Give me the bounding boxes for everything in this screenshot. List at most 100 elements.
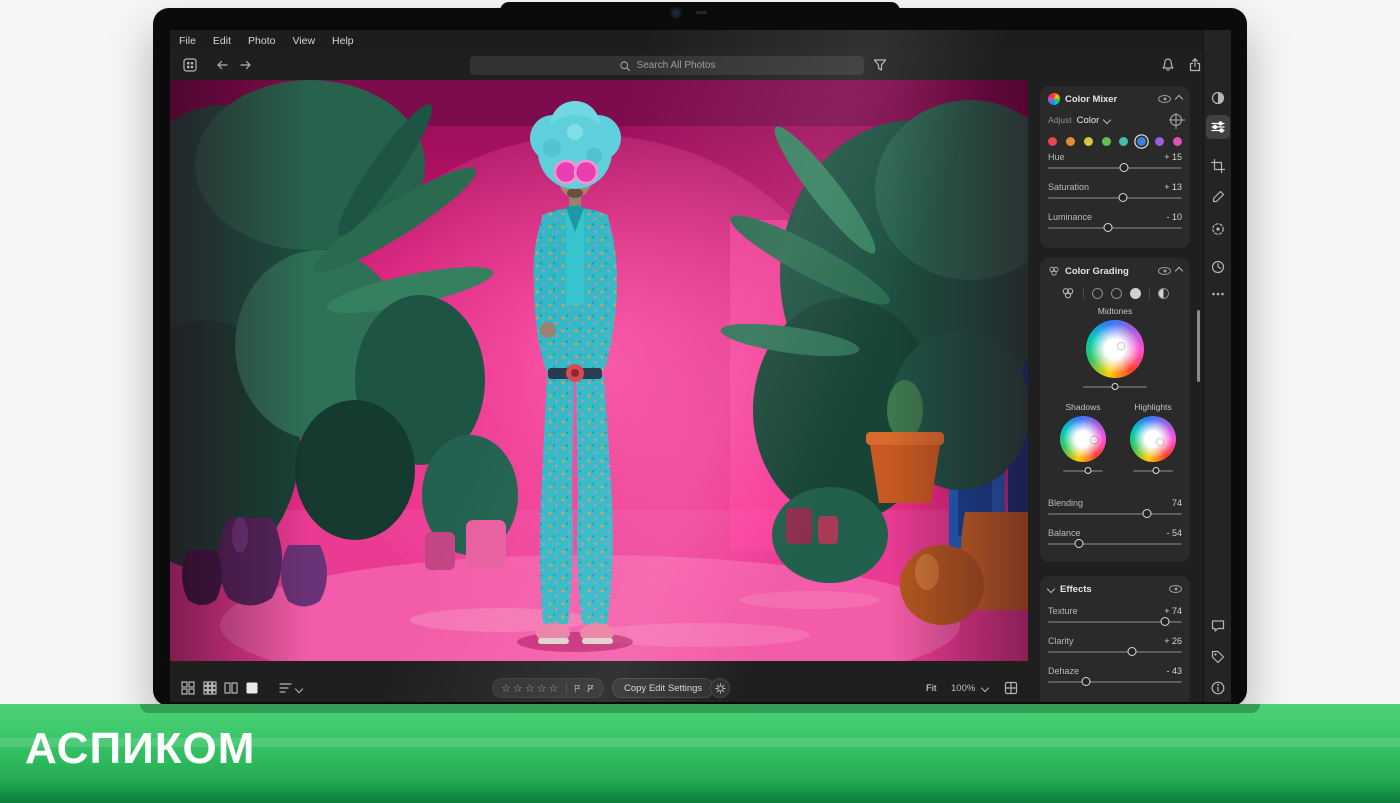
dehaze-slider[interactable] <box>1048 681 1182 683</box>
highlights-wheel-button[interactable] <box>1130 288 1141 299</box>
masking-brush-icon[interactable] <box>1210 189 1226 205</box>
forward-arrow-icon[interactable] <box>238 57 254 73</box>
edit-light-icon[interactable] <box>1210 90 1226 106</box>
star-rating-icon[interactable]: ☆ <box>501 682 511 695</box>
square-grid-view-icon[interactable] <box>202 680 218 696</box>
slider-thumb[interactable] <box>1153 467 1160 474</box>
fit-button[interactable]: Fit <box>926 683 937 694</box>
slider-thumb[interactable] <box>1112 383 1119 390</box>
search-input[interactable]: Search All Photos <box>470 56 864 75</box>
menu-file[interactable]: File <box>179 35 196 47</box>
copy-edit-settings-button[interactable]: Copy Edit Settings <box>612 678 714 698</box>
comments-icon[interactable] <box>1210 618 1226 634</box>
three-way-wheel-icon[interactable] <box>1061 286 1075 300</box>
clarity-slider[interactable] <box>1048 651 1182 653</box>
star-rating-icon[interactable]: ☆ <box>537 682 547 695</box>
versions-history-icon[interactable] <box>1210 259 1226 275</box>
slider-thumb[interactable] <box>1160 617 1169 626</box>
zoom-chevron-icon[interactable] <box>981 684 989 692</box>
wheel-thumb[interactable] <box>1091 437 1097 443</box>
pick-flag-icon[interactable] <box>573 682 582 695</box>
shadows-wheel-button[interactable] <box>1092 288 1103 299</box>
adjust-dropdown[interactable]: Color <box>1077 115 1100 126</box>
expand-chevron-icon[interactable] <box>1047 585 1055 593</box>
keyword-tag-icon[interactable] <box>1210 649 1226 665</box>
midtones-wheel-button[interactable] <box>1111 288 1122 299</box>
color-dot[interactable] <box>1119 137 1128 146</box>
collapse-chevron-icon[interactable] <box>1175 95 1183 103</box>
grid-view-icon[interactable] <box>180 680 196 696</box>
divider <box>566 682 567 694</box>
back-arrow-icon[interactable] <box>214 57 230 73</box>
targeted-adjust-icon[interactable] <box>1170 114 1182 126</box>
shadows-color-wheel[interactable] <box>1060 416 1106 462</box>
zoom-level-value[interactable]: 100% <box>951 683 975 694</box>
hue-slider[interactable] <box>1048 167 1182 169</box>
effects-title: Effects <box>1060 584 1092 595</box>
shadows-luminance-slider[interactable] <box>1063 470 1103 472</box>
slider-thumb[interactable] <box>1119 193 1128 202</box>
grid-view-logo-icon[interactable] <box>182 57 198 73</box>
info-icon[interactable] <box>1210 680 1226 696</box>
menu-help[interactable]: Help <box>332 35 354 47</box>
luminance-slider[interactable] <box>1048 227 1182 229</box>
menu-photo[interactable]: Photo <box>248 35 275 47</box>
global-wheel-button[interactable] <box>1158 288 1169 299</box>
color-dot[interactable] <box>1066 137 1075 146</box>
texture-slider[interactable] <box>1048 621 1182 623</box>
adjust-label: Adjust <box>1048 115 1072 125</box>
color-dot[interactable] <box>1102 137 1111 146</box>
photo-canvas[interactable] <box>170 80 1028 661</box>
midtones-color-wheel[interactable] <box>1086 320 1144 378</box>
slider-thumb[interactable] <box>1128 647 1137 656</box>
crop-icon[interactable] <box>1210 158 1226 174</box>
color-dot[interactable] <box>1048 137 1057 146</box>
panel-scrollbar[interactable] <box>1197 310 1200 382</box>
compare-view-icon[interactable] <box>223 680 239 696</box>
balance-slider[interactable] <box>1048 543 1182 545</box>
visibility-eye-icon[interactable] <box>1158 267 1171 275</box>
wheel-thumb[interactable] <box>1157 439 1163 445</box>
color-dot[interactable] <box>1084 137 1093 146</box>
adjust-chevron-icon[interactable] <box>1103 116 1111 124</box>
slider-value: - 54 <box>1166 528 1182 538</box>
star-rating-icon[interactable]: ☆ <box>525 682 535 695</box>
menu-edit[interactable]: Edit <box>213 35 231 47</box>
color-dot[interactable] <box>1155 137 1164 146</box>
menu-view[interactable]: View <box>292 35 315 47</box>
star-rating-icon[interactable]: ☆ <box>549 682 559 695</box>
visibility-eye-icon[interactable] <box>1169 585 1182 593</box>
collapse-chevron-icon[interactable] <box>1175 267 1183 275</box>
blending-slider[interactable] <box>1048 513 1182 515</box>
slider-thumb[interactable] <box>1143 509 1152 518</box>
color-dot[interactable] <box>1137 137 1146 146</box>
slider-thumb[interactable] <box>1104 223 1113 232</box>
more-options-icon[interactable] <box>1210 286 1226 302</box>
healing-icon[interactable] <box>1210 221 1226 237</box>
filter-icon[interactable] <box>872 57 888 73</box>
wheel-thumb[interactable] <box>1118 343 1124 349</box>
notifications-bell-icon[interactable] <box>1160 57 1176 73</box>
luminance-slider-row: Luminance - 10 <box>1048 212 1182 238</box>
highlights-luminance-slider[interactable] <box>1133 470 1173 472</box>
grid-overlay-icon[interactable] <box>1003 680 1019 696</box>
slider-thumb[interactable] <box>1120 163 1129 172</box>
detail-view-icon[interactable] <box>244 680 260 696</box>
color-dot[interactable] <box>1173 137 1182 146</box>
edit-panel: Color Mixer Adjust Color Hue + 15 <box>1032 80 1203 702</box>
highlights-color-wheel[interactable] <box>1130 416 1176 462</box>
slider-thumb[interactable] <box>1081 677 1090 686</box>
share-icon[interactable] <box>1187 57 1203 73</box>
star-rating-icon[interactable]: ☆ <box>513 682 523 695</box>
slider-thumb[interactable] <box>1074 539 1083 548</box>
settings-gear-button[interactable] <box>710 678 730 698</box>
brand-watermark: АСПИКОМ <box>25 724 255 774</box>
edit-sliders-icon[interactable] <box>1210 119 1226 135</box>
sort-icon[interactable] <box>278 680 294 696</box>
reject-flag-icon[interactable] <box>586 682 595 695</box>
sort-chevron-icon[interactable] <box>295 685 303 693</box>
visibility-eye-icon[interactable] <box>1158 95 1171 103</box>
midtones-luminance-slider[interactable] <box>1083 386 1147 388</box>
slider-thumb[interactable] <box>1084 467 1091 474</box>
saturation-slider[interactable] <box>1048 197 1182 199</box>
